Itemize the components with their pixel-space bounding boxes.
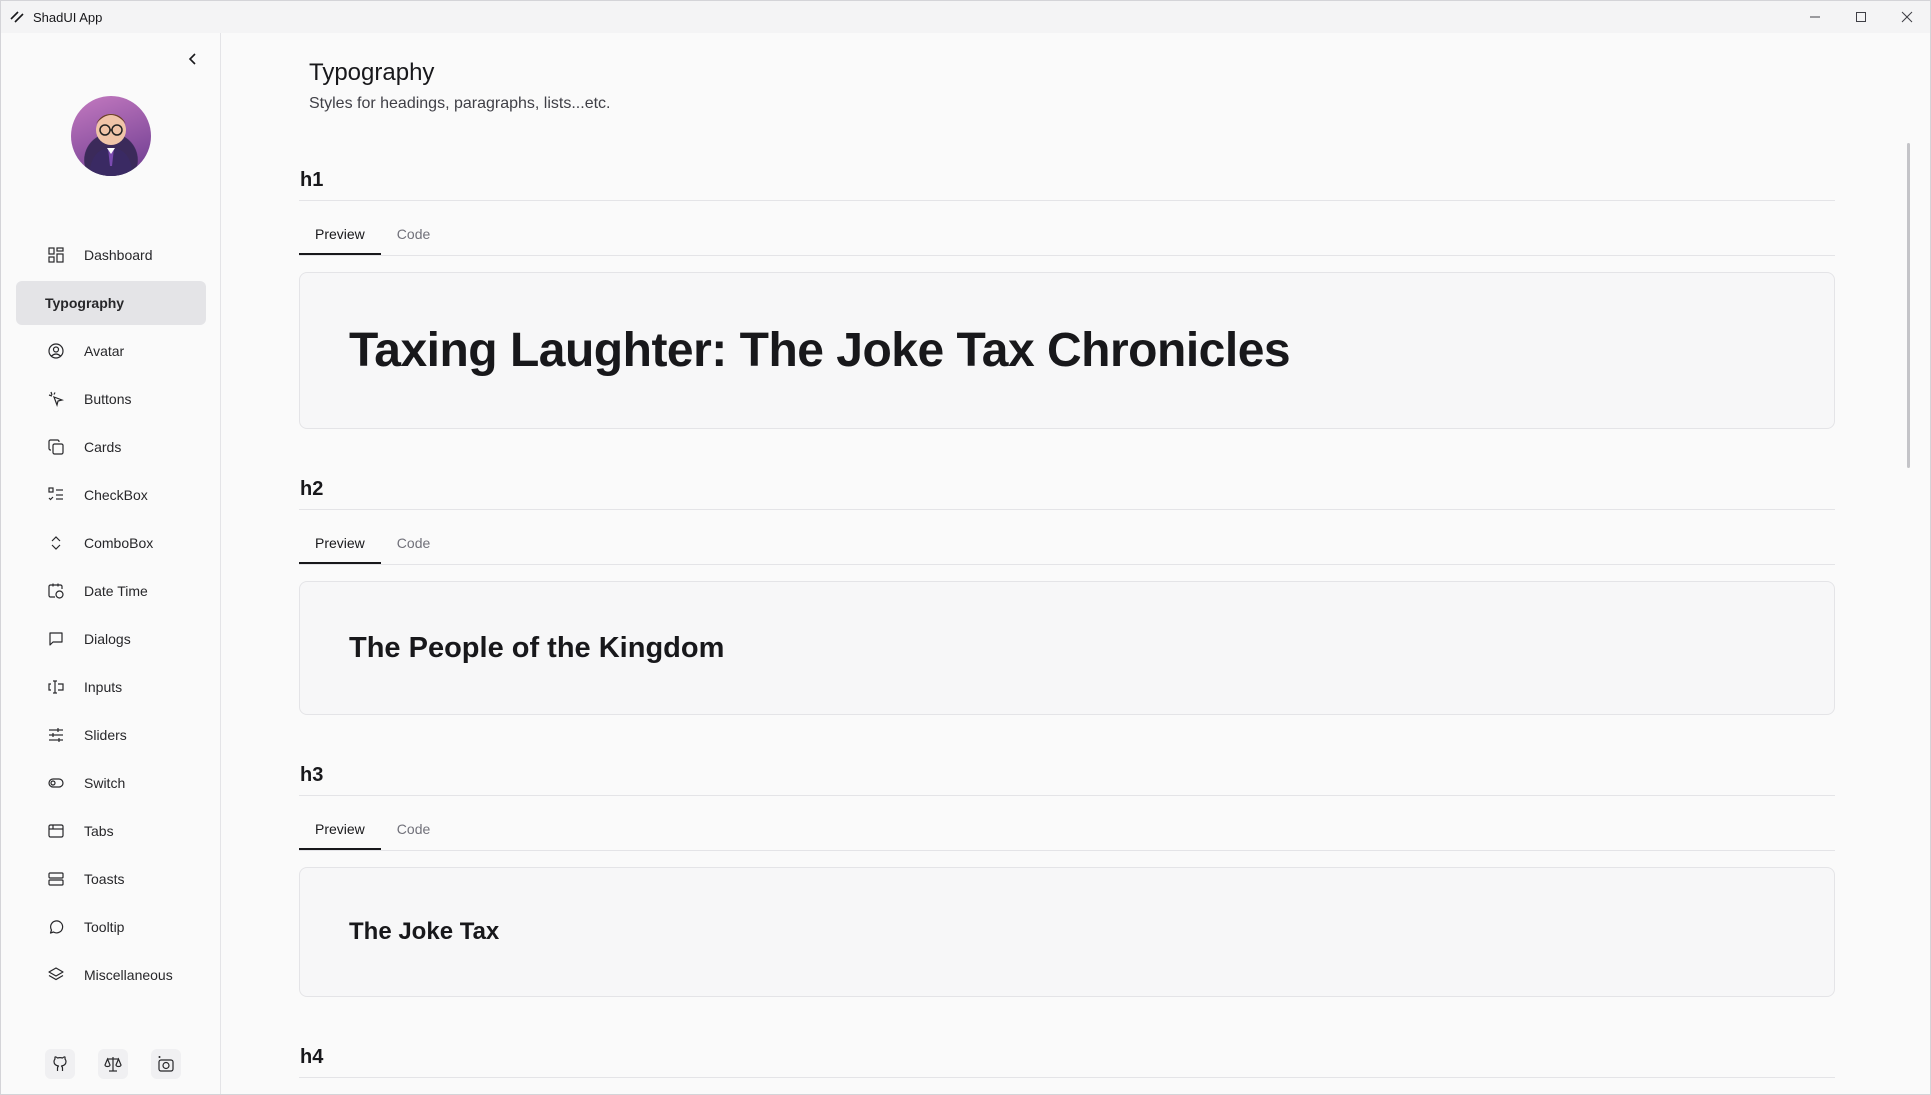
layers-icon <box>48 967 64 981</box>
close-button[interactable] <box>1884 1 1930 33</box>
license-button[interactable] <box>98 1049 128 1079</box>
sidebar-footer <box>45 1049 181 1079</box>
sidebar-item-label: Date Time <box>84 583 148 599</box>
sidebar-item-typography[interactable]: Typography <box>16 281 206 325</box>
sidebar-item-label: ComboBox <box>84 535 154 551</box>
section-title: h2 <box>299 474 1835 510</box>
tab-preview[interactable]: Preview <box>299 215 381 255</box>
sidebar-item-label: Cards <box>84 439 122 455</box>
avatar-image <box>89 114 133 176</box>
pointer-icon <box>48 391 64 407</box>
section-title: h3 <box>299 760 1835 796</box>
h1-preview-text: Taxing Laughter: The Joke Tax Chronicles <box>349 324 1291 377</box>
sidebar-item-avatar[interactable]: Avatar <box>16 329 206 373</box>
sidebar-item-label: Inputs <box>84 679 123 695</box>
tab-list: Preview Code <box>299 524 1835 565</box>
sidebar-item-label: Toasts <box>84 871 125 887</box>
sidebar-item-miscellaneous[interactable]: Miscellaneous <box>16 953 206 997</box>
minimize-icon <box>1810 16 1820 18</box>
sidebar-nav: Dashboard Typography Avatar Buttons Card… <box>16 233 206 1001</box>
page-subtitle: Styles for headings, paragraphs, lists..… <box>309 95 611 112</box>
screenshot-button[interactable] <box>151 1049 181 1079</box>
sidebar-item-checkbox[interactable]: CheckBox <box>16 473 206 517</box>
sidebar-item-combobox[interactable]: ComboBox <box>16 521 206 565</box>
sidebar-item-tooltip[interactable]: Tooltip <box>16 905 206 949</box>
github-icon <box>53 1056 67 1071</box>
preview-panel: Taxing Laughter: The Joke Tax Chronicles <box>299 272 1835 429</box>
sidebar-item-dialogs[interactable]: Dialogs <box>16 617 206 661</box>
sidebar-item-label: Typography <box>45 295 125 311</box>
section-title: h4 <box>299 1042 1835 1078</box>
github-button[interactable] <box>45 1049 75 1079</box>
tab-code[interactable]: Code <box>381 810 446 850</box>
sidebar-item-dashboard[interactable]: Dashboard <box>16 233 206 277</box>
tab-code[interactable]: Code <box>381 524 446 564</box>
avatar <box>71 96 151 176</box>
camera-icon <box>158 1056 174 1072</box>
app-logo-icon <box>10 11 24 23</box>
sidebar-item-label: Dashboard <box>84 247 153 263</box>
app-window: ShadUI App Dashboard Typography Avatar B… <box>0 0 1931 1095</box>
sidebar: Dashboard Typography Avatar Buttons Card… <box>1 33 221 1094</box>
chevrons-up-down-icon <box>51 536 61 550</box>
preview-panel: The People of the Kingdom <box>299 581 1835 715</box>
h3-preview-text: The Joke Tax <box>349 918 500 945</box>
sidebar-item-cards[interactable]: Cards <box>16 425 206 469</box>
page-title: Typography <box>309 59 435 86</box>
tab-code[interactable]: Code <box>381 215 446 255</box>
h2-preview-text: The People of the Kingdom <box>349 631 725 664</box>
message-square-icon <box>49 632 63 646</box>
tab-list: Preview Code <box>299 215 1835 256</box>
sidebar-item-label: Avatar <box>84 343 125 359</box>
chevron-left-icon <box>188 53 196 65</box>
close-icon <box>1901 11 1913 23</box>
toggle-icon <box>48 778 64 788</box>
sidebar-item-label: CheckBox <box>84 487 148 503</box>
sidebar-item-label: Dialogs <box>84 631 131 647</box>
section-title: h1 <box>299 165 1835 201</box>
window-controls <box>1792 1 1930 33</box>
sidebar-item-switch[interactable]: Switch <box>16 761 206 805</box>
sidebar-item-label: Miscellaneous <box>84 967 173 983</box>
sidebar-item-inputs[interactable]: Inputs <box>16 665 206 709</box>
sidebar-item-label: Tabs <box>84 823 114 839</box>
dashboard-icon <box>48 247 64 263</box>
cards-icon <box>48 439 64 455</box>
section-h4: h4 <box>299 1042 1835 1078</box>
tab-preview[interactable]: Preview <box>299 524 381 564</box>
maximize-icon <box>1856 12 1866 22</box>
scale-icon <box>104 1057 122 1072</box>
checklist-icon <box>48 487 63 501</box>
tab-list: Preview Code <box>299 810 1835 851</box>
maximize-button[interactable] <box>1838 1 1884 33</box>
sliders-icon <box>49 728 63 742</box>
minimize-button[interactable] <box>1792 1 1838 33</box>
calendar-clock-icon <box>48 583 64 599</box>
main-content: Typography Styles for headings, paragrap… <box>222 33 1912 1094</box>
sidebar-item-label: Buttons <box>84 391 132 407</box>
sidebar-item-toasts[interactable]: Toasts <box>16 857 206 901</box>
sidebar-item-sliders[interactable]: Sliders <box>16 713 206 757</box>
avatar-icon <box>48 343 64 359</box>
sidebar-item-tabs[interactable]: Tabs <box>16 809 206 853</box>
browser-tab-icon <box>48 824 64 838</box>
tab-preview[interactable]: Preview <box>299 810 381 850</box>
layers-rows-icon <box>48 872 64 886</box>
preview-panel: The Joke Tax <box>299 867 1835 997</box>
sidebar-item-label: Tooltip <box>84 919 125 935</box>
vertical-scrollbar[interactable] <box>1907 143 1910 468</box>
sidebar-item-label: Switch <box>84 775 126 791</box>
sidebar-item-buttons[interactable]: Buttons <box>16 377 206 421</box>
title-bar: ShadUI App <box>1 1 1930 33</box>
section-h2: h2 Preview Code The People of the Kingdo… <box>299 474 1835 715</box>
sidebar-item-label: Sliders <box>84 727 127 743</box>
collapse-sidebar-button[interactable] <box>183 49 203 69</box>
sidebar-item-date-time[interactable]: Date Time <box>16 569 206 613</box>
window-title: ShadUI App <box>33 9 103 25</box>
section-h3: h3 Preview Code The Joke Tax <box>299 760 1835 997</box>
text-cursor-input-icon <box>48 680 64 694</box>
message-circle-icon <box>49 920 64 934</box>
section-h1: h1 Preview Code Taxing Laughter: The Jok… <box>299 165 1835 429</box>
